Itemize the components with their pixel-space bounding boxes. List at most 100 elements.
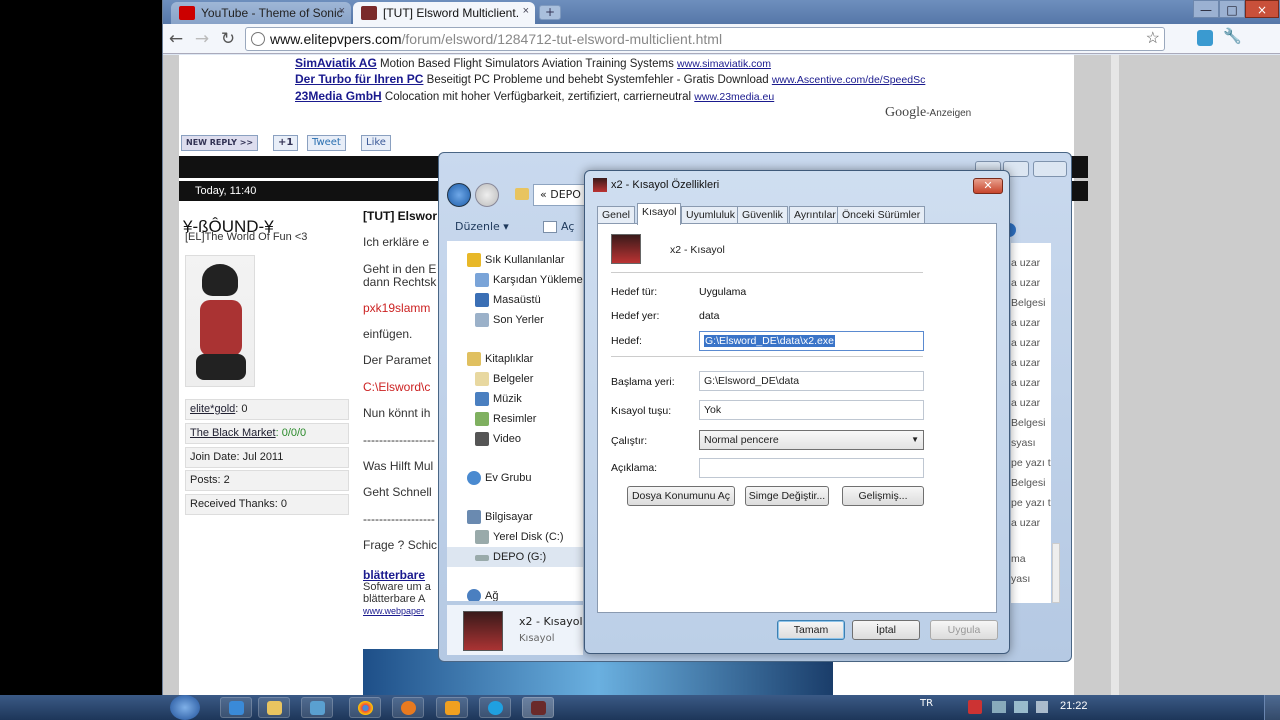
tab-details[interactable]: Ayrıntılar <box>789 206 841 224</box>
signature-link[interactable]: blätterbare <box>363 568 425 582</box>
like-button[interactable]: Like <box>361 135 391 151</box>
file-type-cell: a uzar <box>1011 257 1041 269</box>
cancel-button[interactable]: İptal <box>852 620 920 640</box>
tab-close-icon[interactable]: × <box>523 5 529 17</box>
target-value-selected: G:\Elsword_DE\data\x2.exe <box>704 335 835 347</box>
back-button[interactable]: ← <box>165 28 187 50</box>
target-field[interactable]: G:\Elsword_DE\data\x2.exe <box>699 331 924 351</box>
dialog-close-button[interactable]: ✕ <box>973 178 1003 194</box>
file-type-cell: Belgesi <box>1011 417 1046 429</box>
ad-title-link[interactable]: SimAviatik AG <box>295 56 377 70</box>
youtube-icon <box>179 6 195 20</box>
file-type-cell: Belgesi <box>1011 477 1046 489</box>
taskbar-elsword[interactable] <box>522 697 554 718</box>
tray-flag-icon[interactable] <box>992 701 1006 713</box>
file-list-partial: a uzar a uzar Belgesi a uzar a uzar a uz… <box>1011 243 1051 603</box>
clock[interactable]: 21:22 <box>1060 700 1088 712</box>
tab-close-icon[interactable]: × <box>339 5 345 17</box>
signature-url[interactable]: www.webpaper <box>363 606 424 616</box>
nav-label: Karşıdan Yükleme <box>493 274 583 286</box>
new-reply-button[interactable]: NEW REPLY >> <box>181 135 259 151</box>
open-button[interactable]: Aç <box>561 215 574 239</box>
organize-button[interactable]: Düzenle ▾ <box>455 215 509 239</box>
chevron-down-icon: ▼ <box>911 435 919 444</box>
ad-text: Colocation mit hoher Verfügbarkeit, zert… <box>384 91 692 103</box>
tab-youtube[interactable]: YouTube - Theme of Sonic × <box>171 2 351 24</box>
ad-title-link[interactable]: 23Media GmbH <box>295 89 382 103</box>
media-player-icon <box>445 701 460 715</box>
open-file-location-button[interactable]: Dosya Konumunu Aç <box>627 486 735 506</box>
nav-label: Sık Kullanılanlar <box>485 254 565 266</box>
run-selected-value: Normal pencere <box>704 434 779 446</box>
tab-elsword[interactable]: [TUT] Elsword Multiclient. × <box>353 2 535 24</box>
language-indicator[interactable]: TR <box>920 698 933 709</box>
minimize-button[interactable]: — <box>1193 0 1219 18</box>
start-button[interactable] <box>170 695 200 720</box>
post-title: [TUT] Elswor <box>363 209 437 223</box>
run-select[interactable]: Normal pencere ▼ <box>699 430 924 450</box>
wrench-menu-icon[interactable]: 🔧 <box>1223 27 1242 45</box>
advanced-button[interactable]: Gelişmiş... <box>842 486 924 506</box>
taskbar-firefox[interactable] <box>392 697 424 718</box>
taskbar-explorer[interactable] <box>258 697 290 718</box>
taskbar-media[interactable] <box>436 697 468 718</box>
plus-one-button[interactable]: +1 <box>273 135 299 151</box>
tab-general[interactable]: Genel <box>597 206 636 224</box>
ad-url-link[interactable]: www.23media.eu <box>694 91 774 103</box>
explorer-close-button[interactable] <box>1033 161 1067 177</box>
tab-shortcut[interactable]: Kısayol <box>637 203 682 225</box>
taskbar-skype[interactable] <box>479 697 511 718</box>
taskbar-ie[interactable] <box>220 697 252 718</box>
signature-line: Sofware um a <box>363 581 431 593</box>
post-line: Frage ? Schic <box>363 538 438 552</box>
bookmark-star-icon[interactable]: ☆ <box>1146 28 1160 50</box>
stat-link[interactable]: The Black Market <box>190 427 276 439</box>
stat-link[interactable]: elite*gold <box>190 403 235 415</box>
tray-volume-icon[interactable] <box>1036 701 1048 713</box>
ad-title-link[interactable]: Der Turbo für Ihren PC <box>295 72 423 86</box>
start-in-label: Başlama yeri: <box>611 376 675 388</box>
tweet-button[interactable]: Tweet <box>307 135 346 151</box>
tab-security[interactable]: Güvenlik <box>737 206 788 224</box>
ok-button[interactable]: Tamam <box>777 620 845 640</box>
reload-button[interactable]: ↻ <box>217 28 239 50</box>
nav-label: Ağ <box>485 590 499 601</box>
maximize-button[interactable]: □ <box>1219 0 1245 18</box>
file-type-cell: ma <box>1011 553 1026 565</box>
google-ads-label[interactable]: Google-Anzeigen <box>885 105 971 121</box>
reply-arrow: >> <box>239 138 254 147</box>
new-tab-button[interactable]: + <box>539 5 561 20</box>
post-line: ------------------ <box>363 512 435 526</box>
forward-button[interactable]: → <box>191 28 213 50</box>
ad-row: Der Turbo für Ihren PC Beseitigt PC Prob… <box>295 72 925 86</box>
tray-network-icon[interactable] <box>1014 701 1028 713</box>
ad-url-link[interactable]: www.Ascentive.com/de/SpeedSc <box>772 74 926 86</box>
close-window-button[interactable]: × <box>1245 0 1279 18</box>
taskbar-network[interactable] <box>301 697 333 718</box>
shortcut-name: x2 - Kısayol <box>670 244 725 256</box>
tray-antivirus-icon[interactable] <box>968 700 982 714</box>
explorer-back-icon[interactable] <box>447 183 471 207</box>
hotkey-field[interactable]: Yok <box>699 400 924 420</box>
address-bar[interactable]: www.elitepvpers.com/forum/elsword/128471… <box>245 27 1165 51</box>
firefox-icon <box>401 701 416 715</box>
dialog-app-icon <box>593 178 607 192</box>
comment-field[interactable] <box>699 458 924 478</box>
explorer-forward-icon[interactable] <box>475 183 499 207</box>
show-desktop-button[interactable] <box>1264 695 1280 720</box>
avatar-body <box>200 300 242 356</box>
explorer-scrollbar[interactable] <box>1052 543 1060 603</box>
extension-icon[interactable] <box>1197 30 1213 46</box>
target-location-label: Hedef yer: <box>611 310 660 322</box>
post-line: ------------------ <box>363 433 435 447</box>
nav-item-depo[interactable]: DEPO (G:) <box>447 547 583 567</box>
ad-url-link[interactable]: www.simaviatik.com <box>677 58 771 70</box>
tab-previous-versions[interactable]: Önceki Sürümler <box>837 206 926 224</box>
user-avatar[interactable] <box>185 255 255 387</box>
apply-button[interactable]: Uygula <box>930 620 998 640</box>
page-scrollbar[interactable] <box>1111 55 1119 695</box>
start-in-field[interactable]: G:\Elsword_DE\data <box>699 371 924 391</box>
change-icon-button[interactable]: Simge Değiştir... <box>745 486 829 506</box>
tab-compatibility[interactable]: Uyumluluk <box>681 206 741 224</box>
taskbar-chrome[interactable] <box>349 697 381 718</box>
